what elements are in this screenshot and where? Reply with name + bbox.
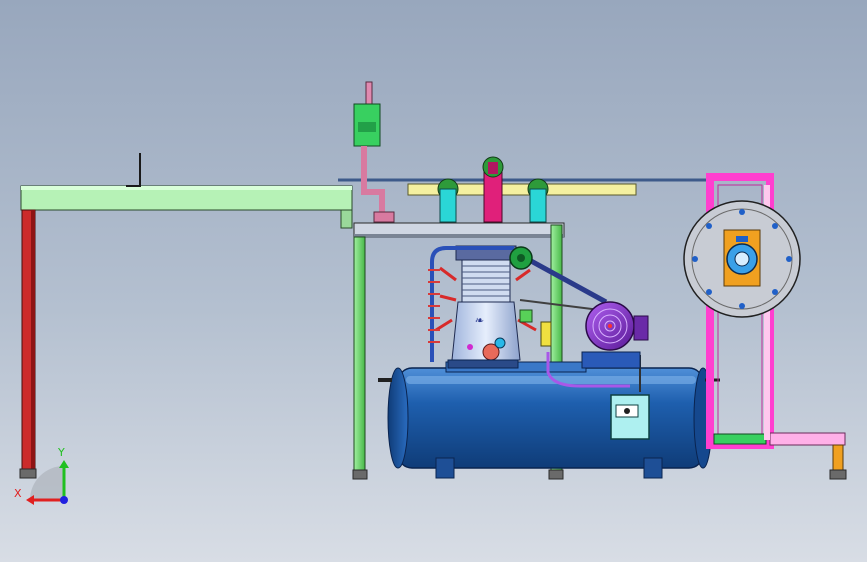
left-table-pin — [126, 153, 141, 187]
tank-foot-right — [643, 457, 663, 479]
switch-knob[interactable] — [624, 408, 630, 414]
triad-y-arrow-icon — [59, 460, 69, 468]
motor-base — [581, 351, 641, 369]
foot-middle-left — [352, 469, 368, 480]
flywheel-hub — [517, 254, 525, 262]
motor-shaft-icon — [608, 324, 612, 328]
unloader-valve — [519, 309, 533, 323]
leg-green-left[interactable] — [353, 236, 366, 472]
roller-center-slot — [488, 162, 498, 174]
jwp-logo-icon: ❧ — [474, 314, 484, 327]
roller-right[interactable] — [527, 178, 549, 223]
machine-assembly: ❧ X Y — [14, 81, 847, 505]
air-tank[interactable] — [378, 361, 720, 479]
roller-left-bracket — [439, 188, 457, 223]
spool-reel[interactable] — [683, 200, 801, 318]
roller-right-bracket — [529, 188, 547, 223]
sight-glass — [494, 337, 506, 349]
roller-center[interactable] — [482, 156, 504, 223]
foot-left — [19, 468, 37, 479]
foot-middle-right — [548, 469, 564, 480]
motor-terminal-box — [633, 315, 649, 341]
valve-body-face — [358, 122, 376, 132]
triad-x-arrow-icon — [26, 495, 34, 505]
triad-y-label: Y — [57, 446, 65, 459]
left-table-bracket — [340, 209, 353, 229]
tank-foot-left — [435, 457, 455, 479]
frame-top-plate-shadow — [354, 234, 564, 238]
pump-base-plate — [447, 359, 519, 369]
left-table-top-edge — [21, 186, 352, 190]
triad-x-label: X — [14, 487, 22, 500]
check-valve — [540, 321, 552, 347]
valve-base — [373, 211, 395, 223]
belt-upper — [520, 253, 608, 305]
left-table[interactable] — [19, 153, 353, 479]
valve-assembly[interactable] — [353, 81, 395, 223]
foot-right — [829, 469, 847, 480]
electric-motor[interactable] — [581, 301, 649, 369]
oil-plug — [467, 344, 473, 350]
frame-green-base — [713, 433, 767, 445]
leg-red-left-shade — [31, 210, 35, 470]
leg-orange-right[interactable] — [832, 444, 844, 472]
tank-cap-left — [387, 367, 409, 469]
triad-origin-icon — [60, 496, 68, 504]
valve-pipe — [361, 146, 385, 222]
cad-viewport[interactable]: ❧ X Y — [0, 0, 867, 562]
pressure-switch-icon[interactable] — [610, 394, 650, 440]
roller-left[interactable] — [437, 178, 459, 223]
reel-hub-core — [734, 251, 750, 267]
roller-center-bracket — [483, 169, 503, 223]
valve-top-rod — [365, 81, 373, 107]
reel-hub-slot — [736, 236, 748, 242]
pump-cylinder[interactable] — [461, 257, 511, 303]
frame-pink-arm[interactable] — [769, 432, 846, 446]
